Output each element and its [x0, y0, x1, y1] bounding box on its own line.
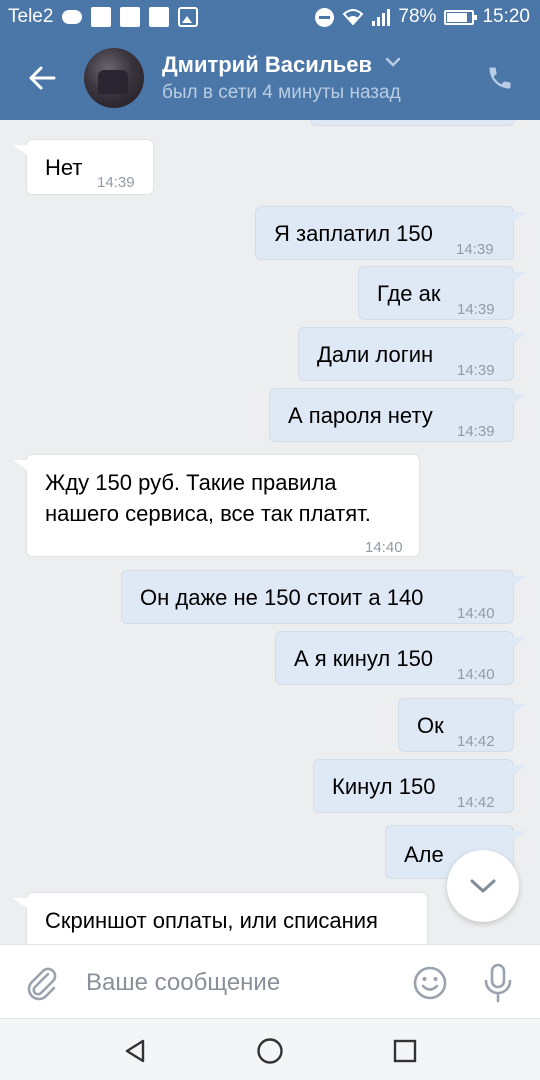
message-bubble-outgoing[interactable]: А пароля нету 14:39: [269, 388, 527, 442]
message-text: Где ак: [377, 281, 441, 306]
attach-button[interactable]: [22, 963, 62, 1003]
signal-icon: [372, 8, 391, 26]
message-bubble-outgoing[interactable]: Где ак 14:39: [358, 266, 527, 320]
message-time: 14:40: [365, 539, 403, 556]
image-icon: [178, 7, 199, 27]
notification-icon: [91, 7, 112, 27]
message-bubble-incoming[interactable]: Жду 150 руб. Такие правила нашего сервис…: [13, 454, 420, 557]
message-text: Скриншот оплаты, или списания: [45, 908, 378, 933]
message-time: 14:39: [97, 174, 135, 191]
message-composer: [0, 944, 540, 1018]
message-time: 14:39: [457, 301, 495, 318]
message-bubble-outgoing[interactable]: Я заплатил 150 14:39: [255, 206, 527, 260]
message-bubble-outgoing[interactable]: Он даже не 150 стоит а 140 14:40: [121, 570, 527, 624]
message-bubble-incoming[interactable]: Скриншот оплаты, или списания: [13, 892, 428, 944]
message-text-line: нашего сервиса, все так платят.: [45, 501, 371, 526]
contact-status: был в сети 4 минуты назад: [162, 82, 401, 103]
message-bubble-partial: [310, 120, 515, 126]
call-button[interactable]: [480, 58, 520, 98]
carrier-label: Tele2: [8, 6, 54, 27]
arrow-left-icon: [29, 66, 56, 90]
message-text: Он даже не 150 стоит а 140: [140, 585, 424, 610]
triangle-back-icon: [125, 1039, 145, 1063]
clock: 15:20: [482, 6, 530, 27]
battery-icon: [444, 9, 478, 25]
message-time: 14:40: [457, 666, 495, 683]
message-bubble-incoming[interactable]: Нет 14:39: [13, 139, 154, 195]
nav-home-button[interactable]: [252, 1033, 288, 1069]
back-button[interactable]: [20, 58, 64, 98]
message-time: 14:39: [456, 241, 494, 258]
chevron-down-icon: [470, 879, 496, 893]
contact-name[interactable]: Дмитрий Васильев: [162, 52, 372, 78]
message-text: А я кинул 150: [294, 646, 434, 671]
message-text: Кинул 150: [332, 774, 436, 799]
status-bar: Tele2 78% 15:20: [0, 0, 540, 36]
notification-icon: [149, 7, 170, 27]
voice-message-button[interactable]: [478, 961, 518, 1005]
microphone-icon: [484, 963, 512, 1003]
message-time: 14:42: [457, 733, 495, 750]
cloud-icon: [62, 10, 83, 24]
message-text: Дали логин: [317, 342, 434, 367]
do-not-disturb-icon: [315, 7, 335, 27]
notification-icon: [120, 7, 141, 27]
avatar[interactable]: [84, 48, 144, 108]
chat-header: Дмитрий Васильев был в сети 4 минуты наз…: [0, 36, 540, 120]
scroll-to-bottom-button[interactable]: [447, 850, 519, 922]
message-text: Але: [404, 842, 444, 867]
message-time: 14:42: [457, 794, 495, 811]
message-bubble-outgoing[interactable]: Кинул 150 14:42: [313, 759, 527, 813]
message-bubble-outgoing[interactable]: А я кинул 150 14:40: [275, 631, 527, 685]
emoji-button[interactable]: [410, 963, 450, 1003]
system-nav-bar: [0, 1018, 540, 1080]
message-text: А пароля нету: [288, 403, 433, 428]
message-text: Ок: [417, 713, 444, 738]
nav-back-button[interactable]: [117, 1033, 153, 1069]
message-text-line: Жду 150 руб. Такие правила: [45, 470, 337, 495]
message-time: 14:39: [457, 423, 495, 440]
message-text: Я заплатил 150: [274, 221, 433, 246]
message-input[interactable]: [86, 965, 386, 1001]
message-text: Нет: [45, 155, 83, 180]
nav-recents-button[interactable]: [387, 1033, 423, 1069]
paperclip-icon: [27, 967, 57, 1001]
circle-home-icon: [257, 1038, 283, 1064]
message-bubble-outgoing[interactable]: Ок 14:42: [398, 698, 527, 752]
square-recents-icon: [393, 1039, 417, 1063]
phone-icon: [489, 67, 511, 89]
smiley-icon: [413, 966, 447, 1000]
message-list[interactable]: Нет 14:39 Я заплатил 150 14:39 Где ак 14…: [0, 120, 540, 944]
message-time: 14:39: [457, 362, 495, 379]
chevron-down-icon[interactable]: [384, 56, 402, 68]
message-bubble-outgoing[interactable]: Дали логин 14:39: [298, 327, 527, 381]
wifi-icon: [343, 9, 364, 26]
battery-percent: 78%: [398, 6, 437, 27]
message-time: 14:40: [457, 605, 495, 622]
